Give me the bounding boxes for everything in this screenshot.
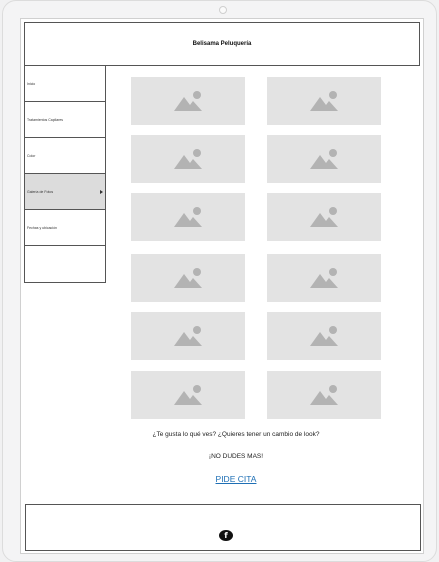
submenu-arrow-icon	[100, 189, 103, 194]
gallery-image[interactable]	[131, 254, 245, 302]
gallery-image[interactable]	[267, 312, 381, 360]
exclaim-text: ¡NO DUDES MAS!	[208, 453, 264, 460]
site-title: Belisama Peluquería	[192, 41, 252, 47]
image-placeholder-icon	[310, 385, 338, 405]
gallery-image[interactable]	[131, 193, 245, 241]
image-placeholder-icon	[310, 326, 338, 346]
nav-item-label: Inicio	[27, 81, 36, 86]
gallery-image[interactable]	[131, 371, 245, 419]
image-placeholder-icon	[310, 207, 338, 227]
side-nav: Inicio Tratamientos Capilares Color Gale…	[24, 66, 106, 283]
nav-item-inicio[interactable]: Inicio	[25, 66, 105, 102]
image-placeholder-icon	[310, 91, 338, 111]
screen: Belisama Peluquería Inicio Tratamientos …	[20, 18, 424, 554]
gallery-image[interactable]	[267, 254, 381, 302]
site-header: Belisama Peluquería	[24, 22, 420, 66]
gallery-image[interactable]	[131, 77, 245, 125]
image-placeholder-icon	[310, 149, 338, 169]
nav-empty-slot	[25, 246, 105, 283]
nav-item-label: Color	[27, 153, 36, 158]
image-placeholder-icon	[174, 207, 202, 227]
question-text: ¿Te gusta lo qué ves? ¿Quieres tener un …	[152, 431, 320, 438]
image-placeholder-icon	[174, 385, 202, 405]
gallery-image[interactable]	[267, 77, 381, 125]
nav-item-fechas[interactable]: Fechas y ubicación	[25, 210, 105, 246]
tablet-frame: Belisama Peluquería Inicio Tratamientos …	[2, 0, 437, 562]
nav-item-label: Fechas y ubicación	[27, 225, 57, 230]
nav-item-color[interactable]: Color	[25, 138, 105, 174]
image-placeholder-icon	[174, 268, 202, 288]
camera-dot	[219, 6, 227, 14]
gallery-image[interactable]	[131, 312, 245, 360]
image-placeholder-icon	[174, 91, 202, 111]
gallery-image[interactable]	[267, 193, 381, 241]
image-placeholder-icon	[310, 268, 338, 288]
nav-item-label: Tratamientos Capilares	[27, 117, 64, 122]
gallery-image[interactable]	[131, 135, 245, 183]
nav-item-galeria[interactable]: Galería de Fotos	[25, 174, 105, 210]
gallery-image[interactable]	[267, 135, 381, 183]
site-footer: f	[25, 504, 421, 551]
nav-item-label: Galería de Fotos	[27, 189, 54, 194]
book-appointment-link[interactable]: PIDE CITA	[131, 474, 341, 484]
nav-item-tratamientos[interactable]: Tratamientos Capilares	[25, 102, 105, 138]
facebook-icon[interactable]: f	[219, 530, 233, 541]
gallery-image[interactable]	[267, 371, 381, 419]
image-placeholder-icon	[174, 149, 202, 169]
image-placeholder-icon	[174, 326, 202, 346]
